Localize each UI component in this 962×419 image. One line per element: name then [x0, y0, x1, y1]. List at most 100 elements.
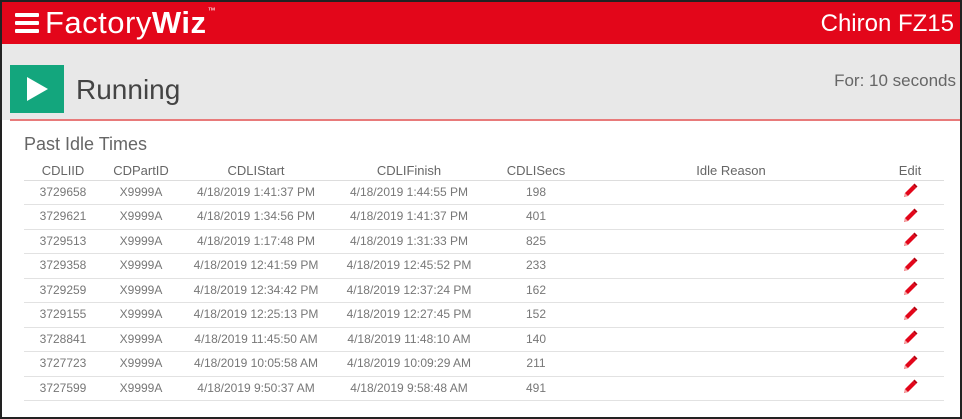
cell-cdpartid: X9999A — [102, 351, 180, 377]
cell-cdlifinish: 4/18/2019 12:37:24 PM — [332, 278, 486, 303]
factorywiz-logo[interactable]: FactoryWiz™ — [45, 5, 215, 49]
table-header-row: CDLIID CDPartID CDLIStart CDLIFinish CDL… — [24, 162, 944, 181]
table-row: 3727723 X9999A 4/18/2019 10:05:58 AM 4/18/2… — [24, 351, 944, 377]
cell-cdliid: 3729358 — [24, 253, 102, 279]
hamburger-menu-icon[interactable] — [15, 13, 39, 33]
cell-cdlifinish: 4/18/2019 11:48:10 AM — [332, 327, 486, 352]
cell-cdlifinish: 4/18/2019 9:58:48 AM — [332, 376, 486, 401]
cell-cdpartid: X9999A — [102, 229, 180, 254]
cell-cdlifinish: 4/18/2019 12:27:45 PM — [332, 302, 486, 328]
cell-idle-reason — [586, 204, 876, 230]
cell-idle-reason — [586, 180, 876, 205]
cell-idle-reason — [586, 229, 876, 254]
column-header-idle-reason[interactable]: Idle Reason — [586, 162, 876, 181]
table-row: 3729513 X9999A 4/18/2019 1:17:48 PM 4/18/20… — [24, 229, 944, 254]
table-row: 3729658 X9999A 4/18/2019 1:41:37 PM 4/18/20… — [24, 180, 944, 205]
cell-cdlisecs: 152 — [486, 302, 586, 328]
column-header-edit: Edit — [876, 162, 944, 181]
play-icon — [27, 77, 48, 101]
cell-cdpartid: X9999A — [102, 278, 180, 303]
cell-cdliid: 3729155 — [24, 302, 102, 328]
cell-idle-reason — [586, 351, 876, 377]
cell-cdliid: 3728841 — [24, 327, 102, 352]
cell-cdpartid: X9999A — [102, 253, 180, 279]
column-header-cdliid[interactable]: CDLIID — [24, 162, 102, 181]
cell-cdlisecs: 491 — [486, 376, 586, 401]
cell-edit — [876, 376, 944, 401]
cell-idle-reason — [586, 278, 876, 303]
cell-cdlifinish: 4/18/2019 1:41:37 PM — [332, 204, 486, 230]
running-status-badge — [10, 65, 64, 113]
cell-cdlisecs: 825 — [486, 229, 586, 254]
cell-cdlifinish: 4/18/2019 1:31:33 PM — [332, 229, 486, 254]
cell-edit — [876, 180, 944, 205]
table-row: 3729155 X9999A 4/18/2019 12:25:13 PM 4/18/2… — [24, 302, 944, 328]
cell-cdpartid: X9999A — [102, 180, 180, 205]
cell-edit — [876, 204, 944, 230]
cell-cdlistart: 4/18/2019 10:05:58 AM — [180, 351, 332, 377]
pencil-icon[interactable] — [902, 379, 918, 397]
status-text: Running — [76, 74, 181, 105]
cell-cdlisecs: 140 — [486, 327, 586, 352]
cell-cdliid: 3727723 — [24, 351, 102, 377]
cell-idle-reason — [586, 253, 876, 279]
cell-cdpartid: X9999A — [102, 204, 180, 230]
pencil-icon[interactable] — [902, 355, 918, 373]
cell-idle-reason — [586, 376, 876, 401]
pencil-icon[interactable] — [902, 306, 918, 324]
table-row: 3729358 X9999A 4/18/2019 12:41:59 PM 4/18/2… — [24, 253, 944, 279]
cell-cdlisecs: 211 — [486, 351, 586, 377]
cell-cdlisecs: 162 — [486, 278, 586, 303]
machine-name: Chiron FZ15 — [820, 10, 954, 37]
cell-cdlisecs: 233 — [486, 253, 586, 279]
status-duration: For: 10 seconds — [834, 71, 956, 90]
cell-cdliid: 3729259 — [24, 278, 102, 303]
cell-edit — [876, 351, 944, 377]
pencil-icon[interactable] — [902, 208, 918, 226]
pencil-icon[interactable] — [902, 183, 918, 201]
cell-cdlistart: 4/18/2019 11:45:50 AM — [180, 327, 332, 352]
pencil-icon[interactable] — [902, 257, 918, 275]
cell-cdlifinish: 4/18/2019 1:44:55 PM — [332, 180, 486, 205]
cell-cdliid: 3727599 — [24, 376, 102, 401]
column-header-cdpartid[interactable]: CDPartID — [102, 162, 180, 181]
table-row: 3728841 X9999A 4/18/2019 11:45:50 AM 4/18/2… — [24, 327, 944, 352]
cell-edit — [876, 253, 944, 279]
cell-cdlifinish: 4/18/2019 12:45:52 PM — [332, 253, 486, 279]
column-header-cdlifinish[interactable]: CDLIFinish — [332, 162, 486, 181]
cell-cdlistart: 4/18/2019 1:41:37 PM — [180, 180, 332, 205]
cell-edit — [876, 278, 944, 303]
column-header-cdlistart[interactable]: CDLIStart — [180, 162, 332, 181]
cell-cdliid: 3729621 — [24, 204, 102, 230]
cell-cdlistart: 4/18/2019 12:34:42 PM — [180, 278, 332, 303]
cell-cdlifinish: 4/18/2019 10:09:29 AM — [332, 351, 486, 377]
cell-edit — [876, 229, 944, 254]
cell-cdpartid: X9999A — [102, 327, 180, 352]
cell-idle-reason — [586, 327, 876, 352]
pencil-icon[interactable] — [902, 232, 918, 250]
cell-edit — [876, 327, 944, 352]
cell-idle-reason — [586, 302, 876, 328]
status-panel: Running For: 10 seconds — [2, 44, 960, 120]
cell-edit — [876, 302, 944, 328]
pencil-icon[interactable] — [902, 330, 918, 348]
cell-cdlisecs: 401 — [486, 204, 586, 230]
section-title: Past Idle Times — [24, 134, 148, 154]
column-header-cdlisecs[interactable]: CDLISecs — [486, 162, 586, 181]
cell-cdpartid: X9999A — [102, 376, 180, 401]
status-divider — [10, 119, 960, 121]
table-row: 3729259 X9999A 4/18/2019 12:34:42 PM 4/18/2… — [24, 278, 944, 303]
app-frame: FactoryWiz™ Chiron FZ15 Running For: 10 … — [0, 0, 962, 419]
pencil-icon[interactable] — [902, 281, 918, 299]
table-row: 3727599 X9999A 4/18/2019 9:50:37 AM 4/18/20… — [24, 376, 944, 401]
cell-cdpartid: X9999A — [102, 302, 180, 328]
cell-cdlistart: 4/18/2019 12:41:59 PM — [180, 253, 332, 279]
table-row: 3729621 X9999A 4/18/2019 1:34:56 PM 4/18/20… — [24, 204, 944, 230]
cell-cdlistart: 4/18/2019 1:34:56 PM — [180, 204, 332, 230]
idle-times-table: CDLIID CDPartID CDLIStart CDLIFinish CDL… — [24, 162, 944, 401]
top-bar: FactoryWiz™ Chiron FZ15 — [2, 2, 960, 44]
cell-cdliid: 3729513 — [24, 229, 102, 254]
cell-cdlistart: 4/18/2019 12:25:13 PM — [180, 302, 332, 328]
cell-cdlistart: 4/18/2019 9:50:37 AM — [180, 376, 332, 401]
cell-cdliid: 3729658 — [24, 180, 102, 205]
